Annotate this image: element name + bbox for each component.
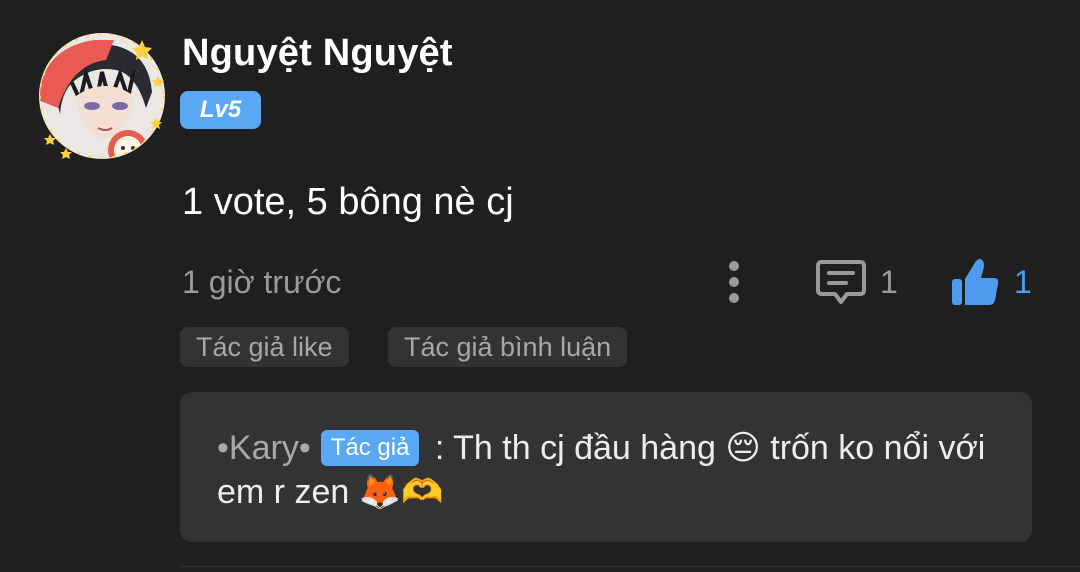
comment-bubble-icon <box>816 260 866 304</box>
bottom-divider <box>180 566 1080 567</box>
avatar-image <box>39 33 165 159</box>
reply-text-part1: Th th cj đầu hàng <box>453 429 726 467</box>
like-count: 1 <box>1014 263 1032 300</box>
avatar[interactable] <box>36 30 168 162</box>
timestamp: 1 giờ trước <box>182 264 342 300</box>
like-button[interactable]: 1 <box>950 254 1032 310</box>
thumbs-up-icon <box>952 259 999 305</box>
author-reply-box[interactable]: •Kary• Tác giả : Th th cj đầu hàng 😔 trốn… <box>180 392 1032 542</box>
reply-author-name[interactable]: •Kary• <box>217 429 311 467</box>
comment-card: Nguyệt Nguyệt Lv5 1 vote, 5 bông nè cj 1… <box>0 0 1080 572</box>
reply-button[interactable]: 1 <box>816 256 898 308</box>
level-badge: Lv5 <box>180 91 261 129</box>
reply-separator: : <box>425 429 454 467</box>
more-options-button[interactable] <box>716 256 752 308</box>
tag-author-commented: Tác giả bình luận <box>388 327 628 367</box>
more-vertical-icon <box>729 261 739 303</box>
heart-hands-emoji: 🫶 <box>401 473 444 511</box>
reply-count: 1 <box>880 263 898 300</box>
fox-emoji: 🦊 <box>358 473 402 511</box>
comment-text: 1 vote, 5 bông nè cj <box>182 181 514 223</box>
sad-face-emoji: 😔 <box>725 429 761 467</box>
author-badge: Tác giả <box>320 430 420 466</box>
username[interactable]: Nguyệt Nguyệt <box>182 32 453 75</box>
tag-author-liked: Tác giả like <box>180 327 349 367</box>
